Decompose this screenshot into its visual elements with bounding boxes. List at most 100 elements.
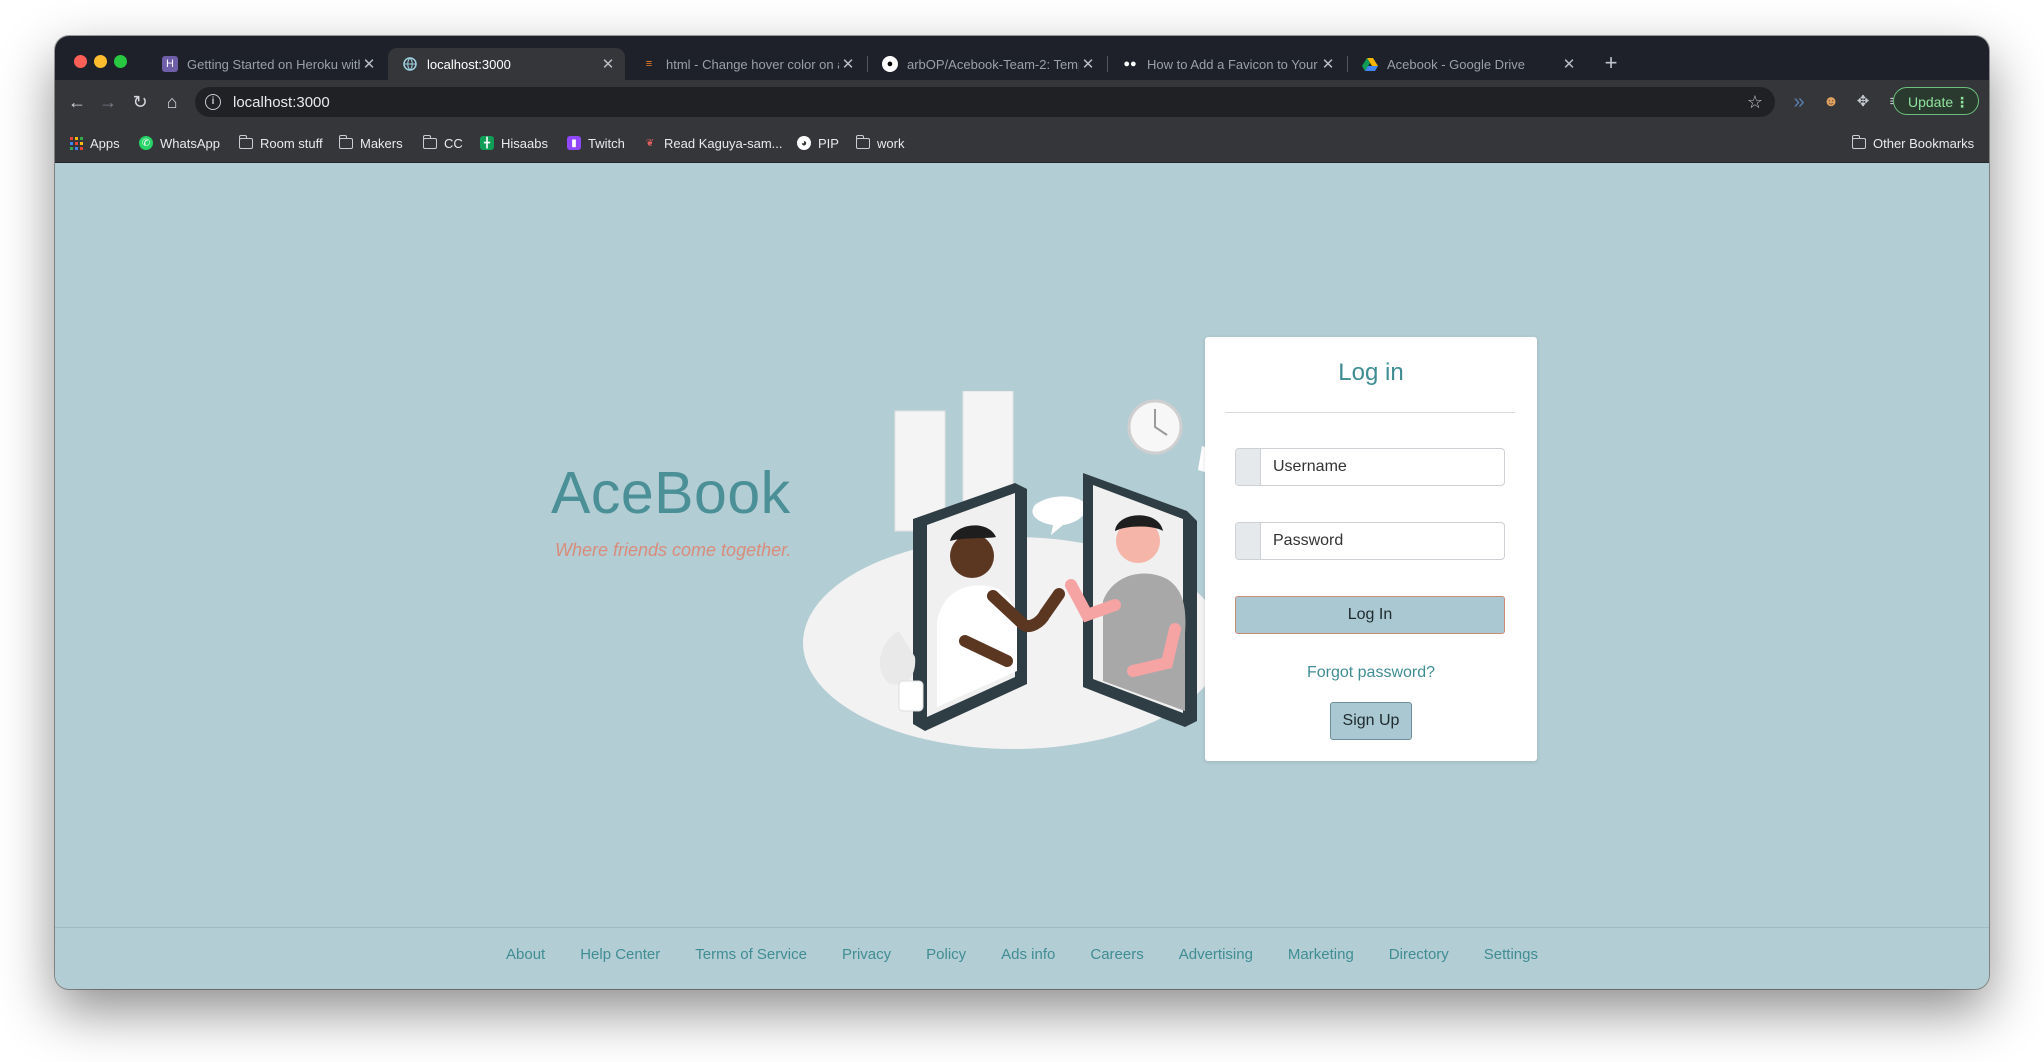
twitch-icon: ▮ xyxy=(567,136,581,150)
forgot-password-link[interactable]: Forgot password? xyxy=(1205,664,1537,682)
footer-link-help-center[interactable]: Help Center xyxy=(580,946,660,963)
bookmark-star-icon[interactable]: ☆ xyxy=(1747,92,1763,113)
extension-face-icon[interactable]: ☻ xyxy=(1820,91,1842,113)
close-tab-icon[interactable]: ✕ xyxy=(360,55,378,73)
minimize-window-button[interactable] xyxy=(94,55,107,68)
close-tab-icon[interactable]: ✕ xyxy=(1079,55,1097,73)
bookmark-label: Hisaabs xyxy=(501,135,548,151)
tab-github[interactable]: ● arbOP/Acebook-Team-2: Temp ✕ xyxy=(868,48,1105,80)
apps-grid-icon xyxy=(69,136,83,150)
input-prefix xyxy=(1236,449,1261,485)
bookmark-work[interactable]: work xyxy=(855,133,905,153)
bookmark-hisaabs[interactable]: ╋ Hisaabs xyxy=(480,133,548,153)
maximize-window-button[interactable] xyxy=(114,55,127,68)
bookmark-label: PIP xyxy=(818,135,839,151)
chevron-double-right-icon[interactable]: » xyxy=(1788,91,1810,113)
tab-title: arbOP/Acebook-Team-2: Temp xyxy=(907,56,1079,72)
extensions-puzzle-icon[interactable]: ✥ xyxy=(1852,91,1874,113)
bookmark-apps[interactable]: Apps xyxy=(69,133,120,153)
github-icon: ● xyxy=(882,56,898,72)
bookmark-cc[interactable]: CC xyxy=(422,133,463,153)
more-vert-icon: ⋮ xyxy=(1955,94,1969,110)
bookmark-label: Other Bookmarks xyxy=(1873,135,1975,151)
bookmark-kaguya[interactable]: ❦ Read Kaguya-sam... xyxy=(643,133,783,153)
tab-google-drive[interactable]: Acebook - Google Drive ✕ xyxy=(1348,48,1586,80)
folder-icon xyxy=(1851,134,1866,150)
tab-medium[interactable]: ●● How to Add a Favicon to Your R ✕ xyxy=(1108,48,1345,80)
update-button[interactable]: Update ⋮ xyxy=(1893,87,1979,115)
bookmark-label: WhatsApp xyxy=(160,135,220,151)
close-window-button[interactable] xyxy=(74,55,87,68)
login-button[interactable]: Log In xyxy=(1235,596,1505,634)
login-card: Log in Log In Forgot password? Sign Up xyxy=(1205,337,1537,761)
footer-link-ads-info[interactable]: Ads info xyxy=(1001,946,1055,963)
home-icon[interactable]: ⌂ xyxy=(160,90,184,114)
folder-icon xyxy=(238,134,253,150)
brand-title: AceBook xyxy=(551,460,791,526)
tab-localhost[interactable]: localhost:3000 ✕ xyxy=(388,48,625,80)
close-tab-icon[interactable]: ✕ xyxy=(1560,55,1578,73)
globe-icon: ◕ xyxy=(797,136,811,150)
brand-tagline: Where friends come together. xyxy=(555,540,792,560)
bookmark-label: CC xyxy=(444,135,463,151)
google-drive-icon xyxy=(1362,56,1378,72)
tab-title: Getting Started on Heroku with xyxy=(187,56,360,72)
footer-link-settings[interactable]: Settings xyxy=(1484,946,1538,963)
site-info-icon[interactable]: i xyxy=(205,94,221,110)
new-tab-plus-icon[interactable]: + xyxy=(1597,49,1625,77)
globe-icon xyxy=(402,56,418,72)
medium-icon: ●● xyxy=(1123,58,1137,70)
footer-link-privacy[interactable]: Privacy xyxy=(842,946,891,963)
close-tab-icon[interactable]: ✕ xyxy=(839,55,857,73)
bookmark-pip[interactable]: ◕ PIP xyxy=(797,133,839,153)
username-input[interactable] xyxy=(1261,449,1504,485)
signup-button[interactable]: Sign Up xyxy=(1330,702,1412,740)
footer-link-about[interactable]: About xyxy=(506,946,545,963)
footer-link-terms[interactable]: Terms of Service xyxy=(695,946,807,963)
bookmark-label: Room stuff xyxy=(260,135,323,151)
close-tab-icon[interactable]: ✕ xyxy=(599,55,617,73)
bookmark-label: Apps xyxy=(90,135,120,151)
back-arrow-icon[interactable]: ← xyxy=(65,90,89,114)
password-field[interactable] xyxy=(1235,522,1505,560)
tab-title: Acebook - Google Drive xyxy=(1387,56,1526,72)
footer-link-careers[interactable]: Careers xyxy=(1090,946,1143,963)
browser-toolbar: ← → ↻ ⌂ i localhost:3000 ☆ » ☻ ✥ ≡ ◐ Upd… xyxy=(55,80,1989,124)
folder-icon xyxy=(338,134,353,150)
stackoverflow-icon: ≡ xyxy=(645,58,653,70)
tab-strip: H Getting Started on Heroku with ✕ local… xyxy=(55,36,1989,80)
close-tab-icon[interactable]: ✕ xyxy=(1319,55,1337,73)
tab-title: localhost:3000 xyxy=(427,56,511,72)
password-input[interactable] xyxy=(1261,523,1504,559)
forward-arrow-icon[interactable]: → xyxy=(96,90,120,114)
heroku-icon: H xyxy=(162,56,178,72)
tab-title: How to Add a Favicon to Your R xyxy=(1147,56,1319,72)
whatsapp-icon: ✆ xyxy=(139,136,153,150)
bookmark-twitch[interactable]: ▮ Twitch xyxy=(567,133,625,153)
footer-link-marketing[interactable]: Marketing xyxy=(1288,946,1354,963)
footer: About Help Center Terms of Service Priva… xyxy=(55,927,1989,989)
address-url[interactable]: localhost:3000 xyxy=(233,94,1747,111)
page-content: AceBook Where friends come together. Log… xyxy=(55,163,1989,989)
reload-icon[interactable]: ↻ xyxy=(128,90,152,114)
bookmark-other-bookmarks[interactable]: Other Bookmarks xyxy=(1851,133,1975,153)
bookmark-whatsapp[interactable]: ✆ WhatsApp xyxy=(139,133,220,153)
footer-link-directory[interactable]: Directory xyxy=(1389,946,1449,963)
browser-window: H Getting Started on Heroku with ✕ local… xyxy=(55,36,1989,989)
username-field[interactable] xyxy=(1235,448,1505,486)
site-icon: ❦ xyxy=(645,137,655,149)
bookmark-room-stuff[interactable]: Room stuff xyxy=(238,133,323,153)
bookmarks-bar: Apps ✆ WhatsApp Room stuff Makers CC ╋ H… xyxy=(55,124,1989,163)
tab-heroku[interactable]: H Getting Started on Heroku with ✕ xyxy=(148,48,386,80)
bookmark-label: Twitch xyxy=(588,135,625,151)
bookmark-label: work xyxy=(877,135,905,151)
footer-link-advertising[interactable]: Advertising xyxy=(1179,946,1253,963)
footer-links: About Help Center Terms of Service Priva… xyxy=(55,946,1989,963)
address-bar[interactable]: i localhost:3000 ☆ xyxy=(195,87,1775,117)
tab-stackoverflow[interactable]: ≡ html - Change hover color on a ✕ xyxy=(627,48,865,80)
tab-title: html - Change hover color on a xyxy=(666,56,839,72)
sheets-icon: ╋ xyxy=(480,136,494,150)
bookmark-makers[interactable]: Makers xyxy=(338,133,403,153)
input-prefix xyxy=(1236,523,1261,559)
footer-link-policy[interactable]: Policy xyxy=(926,946,966,963)
